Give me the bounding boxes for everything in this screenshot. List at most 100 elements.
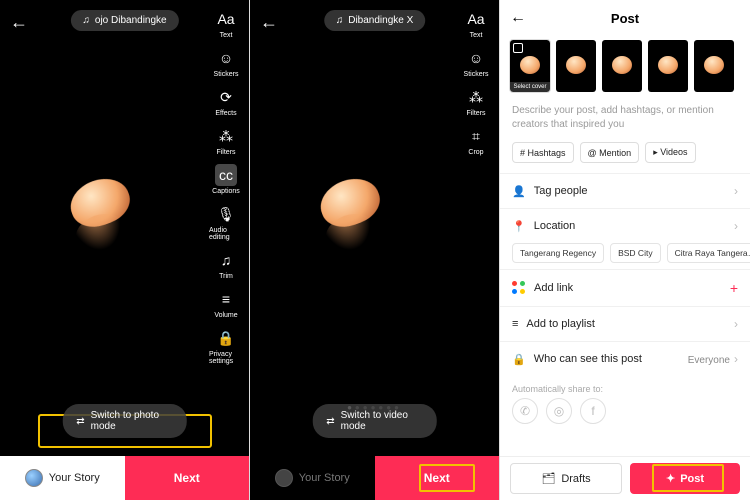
tool-label: Volume	[214, 312, 237, 319]
text-icon: Aa	[465, 8, 487, 30]
visibility-value: Everyone	[688, 355, 730, 366]
sound-label: Dibandingke X	[348, 15, 413, 26]
row-label: Add link	[534, 282, 573, 294]
page-title: Post	[611, 11, 639, 26]
story-label: Your Story	[49, 472, 100, 484]
instagram-icon[interactable]: ◎	[546, 398, 572, 424]
tool-column: AaText ☺ Stickers ⟳ Effects ⁂Filters ccCaption…	[209, 8, 243, 365]
tool-filters[interactable]: ⁂ Filters	[459, 86, 493, 117]
cover-thumb[interactable]	[602, 40, 642, 92]
mention-chip[interactable]: @ Mention	[580, 142, 640, 163]
cover-thumb[interactable]	[648, 40, 688, 92]
switch-mode-button[interactable]: ⇄ Switch to photo mode	[62, 404, 187, 438]
stickers-icon: ☺	[465, 47, 487, 69]
hashtags-chip[interactable]: # Hashtags	[512, 142, 574, 163]
avatar	[275, 469, 293, 487]
stickers-icon: ☺	[215, 47, 237, 69]
tool-captions[interactable]: ccCaptions	[209, 164, 243, 195]
next-label: Next	[174, 471, 200, 485]
tool-crop[interactable]: ⌗ Crop	[459, 125, 493, 156]
tool-text[interactable]: AaText	[209, 8, 243, 39]
highlight-box	[652, 464, 724, 492]
plus-icon: +	[730, 280, 738, 296]
auto-share-label: Automatically share to:	[500, 376, 750, 398]
tool-stickers[interactable]: ☺ Stickers	[209, 47, 243, 78]
crop-icon: ⌗	[465, 125, 487, 147]
tool-label: Trim	[219, 273, 233, 280]
tool-label: Audio editing	[209, 227, 243, 241]
cover-strip: Select cover	[500, 36, 750, 100]
videos-chip[interactable]: ▸ Videos	[645, 142, 695, 163]
link-icon	[512, 281, 526, 295]
music-note-icon: ♫	[82, 15, 90, 26]
tool-text[interactable]: Aa Text	[459, 8, 493, 39]
playlist-icon: ≡	[512, 318, 518, 330]
tool-effects[interactable]: ⟳ Effects	[209, 86, 243, 117]
tool-stickers[interactable]: ☺Stickers	[459, 47, 493, 78]
tool-volume[interactable]: ≡ Volume	[209, 288, 243, 319]
drafts-button[interactable]: 🗂 Drafts	[510, 463, 622, 494]
tool-label: Effects	[215, 110, 236, 117]
location-chip[interactable]: Citra Raya Tangera…	[667, 243, 750, 263]
tool-label: Privacy settings	[209, 351, 243, 365]
sound-pill[interactable]: ♫ ojo Dibandingke	[70, 10, 178, 31]
chevron-right-icon: ›	[734, 184, 738, 198]
highlight-box	[419, 464, 475, 492]
your-story-button[interactable]: Your Story	[250, 456, 375, 500]
location-chip[interactable]: Tangerang Regency	[512, 243, 604, 263]
multi-icon	[513, 43, 523, 53]
tool-label: Text	[470, 32, 483, 39]
media-preview	[70, 180, 150, 250]
tool-column: Aa Text ☺Stickers ⁂ Filters ⌗ Crop	[459, 8, 493, 156]
chevron-right-icon: ›	[734, 352, 738, 366]
visibility-row[interactable]: 🔒 Who can see this post Everyone ›	[500, 341, 750, 376]
row-label: Tag people	[534, 185, 588, 197]
privacy-icon: 🔒	[215, 327, 237, 349]
editor-pane-video: ← ♫ ojo Dibandingke AaText ☺ Stickers ⟳ Effe…	[0, 0, 250, 500]
filters-icon: ⁂	[465, 86, 487, 108]
suggestion-chips: # Hashtags @ Mention ▸ Videos	[500, 142, 750, 173]
description-input[interactable]: Describe your post, add hashtags, or men…	[500, 100, 750, 142]
location-suggestions: Tangerang Regency BSD City Citra Raya Tang…	[500, 243, 750, 269]
trim-icon: ♫	[215, 249, 237, 271]
add-playlist-row[interactable]: ≡ Add to playlist ›	[500, 306, 750, 341]
location-row[interactable]: 📍Location ›	[500, 208, 750, 243]
swap-icon: ⇄	[76, 416, 84, 427]
lock-icon: 🔒	[512, 353, 526, 366]
tool-label: Crop	[468, 149, 483, 156]
facebook-icon[interactable]: f	[580, 398, 606, 424]
switch-label: Switch to video mode	[341, 410, 423, 432]
post-pane: ← Post Select cover Describe your post, …	[500, 0, 750, 500]
switch-mode-button[interactable]: ⇄ Switch to video mode	[312, 404, 437, 438]
audio-icon: 🎙	[215, 203, 237, 225]
back-icon[interactable]: ←	[260, 12, 278, 33]
media-preview	[320, 180, 400, 250]
cover-thumb[interactable]	[556, 40, 596, 92]
your-story-button[interactable]: Your Story	[0, 456, 125, 500]
select-cover-label: Select cover	[510, 82, 550, 92]
row-label: Location	[534, 220, 576, 232]
whatsapp-icon[interactable]: ✆	[512, 398, 538, 424]
tool-label: Stickers	[214, 71, 239, 78]
location-chip[interactable]: BSD City	[610, 243, 660, 263]
volume-icon: ≡	[215, 288, 237, 310]
tool-filters[interactable]: ⁂Filters	[209, 125, 243, 156]
tool-audio[interactable]: 🎙 Audio editing	[209, 203, 243, 241]
tool-privacy[interactable]: 🔒 Privacy settings	[209, 327, 243, 365]
swap-icon: ⇄	[326, 416, 334, 427]
next-button[interactable]: Next	[125, 456, 250, 500]
bottom-bar: Your Story Next	[0, 456, 249, 500]
back-icon[interactable]: ←	[10, 12, 28, 33]
row-label: Who can see this post	[534, 353, 642, 365]
tool-label: Filters	[466, 110, 485, 117]
row-label: Add to playlist	[526, 318, 594, 330]
add-link-row[interactable]: Add link +	[500, 269, 750, 306]
chevron-right-icon: ›	[734, 317, 738, 331]
cover-thumb[interactable]: Select cover	[510, 40, 550, 92]
back-icon[interactable]: ←	[510, 9, 526, 27]
sound-pill[interactable]: ♫ Dibandingke X	[324, 10, 426, 31]
cover-thumb[interactable]	[694, 40, 734, 92]
tag-people-row[interactable]: 👤Tag people ›	[500, 173, 750, 208]
effects-icon: ⟳	[215, 86, 237, 108]
tool-trim[interactable]: ♫ Trim	[209, 249, 243, 280]
